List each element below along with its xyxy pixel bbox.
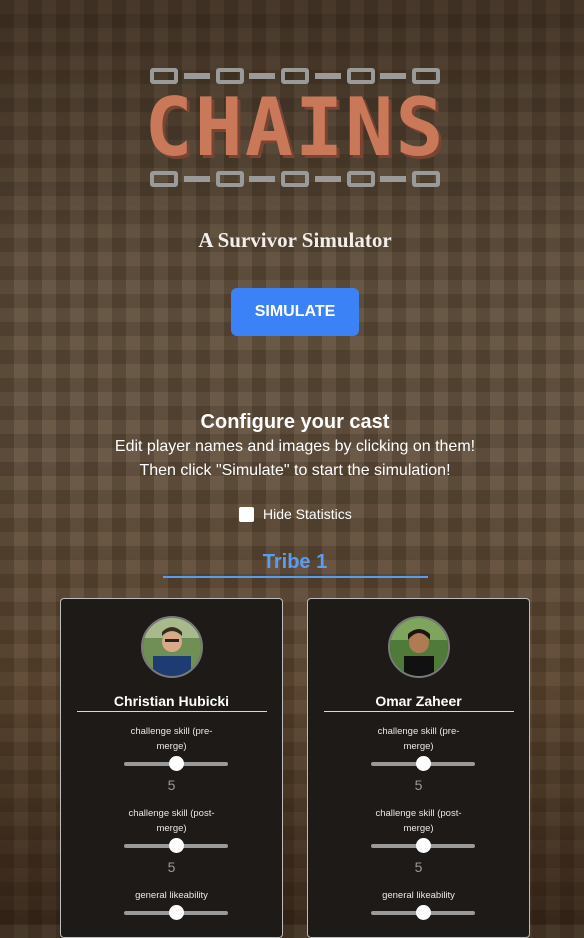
- stat-slider[interactable]: [124, 838, 228, 853]
- stat-label: challenge skill (post-merge): [128, 808, 215, 834]
- hide-statistics-checkbox[interactable]: [239, 506, 254, 522]
- chains-logo: CHAINS: [140, 60, 450, 195]
- name-underline: [77, 711, 267, 712]
- stat-label: general likeability: [382, 890, 455, 901]
- stat-value: 5: [167, 777, 176, 793]
- configure-title: Configure your cast: [200, 411, 390, 433]
- stat-label: challenge skill (pre-merge): [130, 726, 213, 752]
- stat-label: challenge skill (post-merge): [375, 808, 462, 834]
- player-name[interactable]: Christian Hubicki: [61, 693, 282, 709]
- stat-slider[interactable]: [371, 905, 475, 920]
- player-card: Omar Zaheer challenge skill (pre-merge) …: [307, 598, 530, 938]
- logo-text: CHAINS: [144, 81, 446, 174]
- chain-bottom-decoration: [150, 168, 440, 190]
- instruction-line-1: Edit player names and images by clicking…: [114, 438, 476, 455]
- tribe-underline: [163, 576, 428, 578]
- tribe-title: Tribe 1: [262, 551, 328, 573]
- stat-value: 5: [414, 777, 423, 793]
- simulate-button[interactable]: SIMULATE: [231, 288, 359, 336]
- hide-statistics-toggle[interactable]: Hide Statistics: [239, 506, 352, 522]
- stat-value: 5: [414, 859, 423, 875]
- stat-label: challenge skill (pre-merge): [377, 726, 460, 752]
- slider-thumb[interactable]: [415, 756, 431, 771]
- slider-thumb[interactable]: [168, 756, 184, 771]
- slider-thumb[interactable]: [168, 905, 184, 920]
- player-name[interactable]: Omar Zaheer: [308, 693, 529, 709]
- stat-value: 5: [167, 859, 176, 875]
- player-card: Christian Hubicki challenge skill (pre-m…: [60, 598, 283, 938]
- stat-slider[interactable]: [371, 756, 475, 771]
- hide-statistics-label: Hide Statistics: [263, 506, 352, 522]
- name-underline: [324, 711, 514, 712]
- player-avatar[interactable]: [388, 616, 450, 678]
- slider-thumb[interactable]: [415, 838, 431, 853]
- stat-slider[interactable]: [124, 756, 228, 771]
- page-subtitle: A Survivor Simulator: [198, 228, 392, 252]
- stat-slider[interactable]: [124, 905, 228, 920]
- slider-thumb[interactable]: [415, 905, 431, 920]
- instruction-line-2: Then click "Simulate" to start the simul…: [139, 462, 451, 479]
- stat-slider[interactable]: [371, 838, 475, 853]
- player-avatar[interactable]: [141, 616, 203, 678]
- stat-label: general likeability: [135, 890, 208, 901]
- slider-thumb[interactable]: [168, 838, 184, 853]
